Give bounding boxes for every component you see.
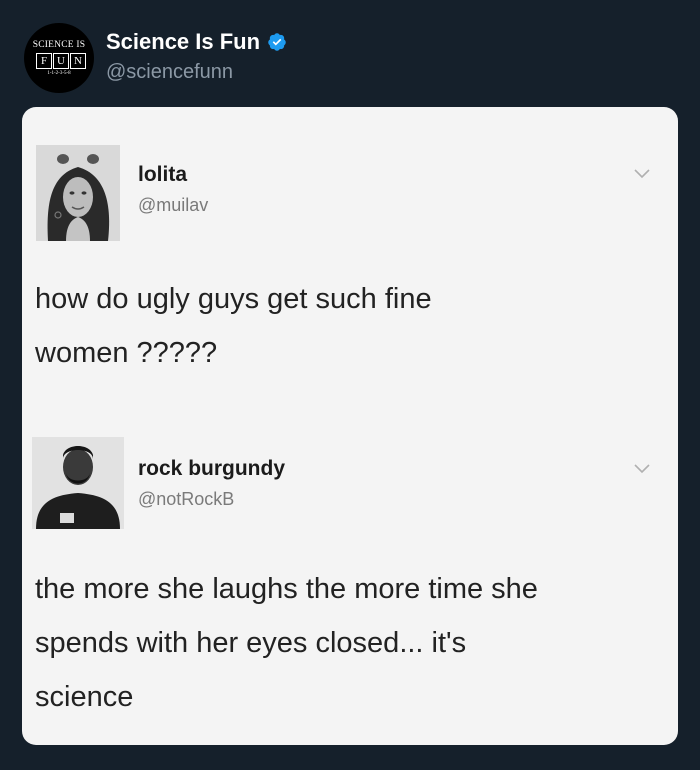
logo-bottom-text: 1-1-2-3-5-8: [47, 71, 71, 76]
tweet-author-name[interactable]: rock burgundy: [138, 457, 285, 481]
logo-top-text: SCIENCE IS: [32, 40, 86, 50]
chevron-down-icon[interactable]: [634, 464, 650, 474]
tweet-text-line: spends with her eyes closed... it's: [35, 627, 467, 659]
avatar-photo: [32, 437, 124, 529]
tweet-text-line: science: [35, 681, 134, 713]
account-name-text: Science Is Fun: [106, 29, 261, 54]
avatar-photo: [36, 145, 120, 241]
tweet-avatar[interactable]: [32, 437, 124, 529]
tweet-author-name[interactable]: lolita: [138, 163, 187, 187]
tweet-screenshot-card: lolita @muilav how do ugly guys get such…: [22, 107, 678, 745]
logo-letter: N: [70, 53, 86, 69]
account-name[interactable]: Science Is Fun: [106, 29, 287, 55]
tweet-text-line: how do ugly guys get such fine: [35, 283, 432, 315]
account-avatar[interactable]: SCIENCE IS F U N 1-1-2-3-5-8: [24, 23, 94, 93]
post-header: SCIENCE IS F U N 1-1-2-3-5-8 Science Is …: [0, 0, 700, 105]
account-handle[interactable]: @sciencefunn: [106, 61, 233, 84]
verified-badge-icon: [268, 33, 286, 51]
tweet-avatar[interactable]: [36, 145, 120, 241]
tweet-text-line: women ?????: [35, 337, 218, 369]
tweet-author-handle[interactable]: @muilav: [138, 195, 208, 216]
chevron-down-icon[interactable]: [634, 169, 650, 179]
tweet-text-line: the more she laughs the more time she: [35, 573, 538, 605]
tweet-author-handle[interactable]: @notRockB: [138, 489, 234, 510]
logo-letters: F U N: [36, 53, 87, 69]
logo-letter: F: [36, 53, 52, 69]
logo-letter: U: [53, 53, 69, 69]
